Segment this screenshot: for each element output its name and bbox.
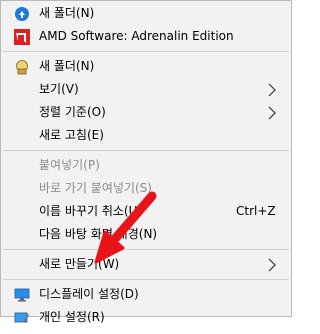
display-settings-icon [14, 287, 30, 303]
menu-item-label: 새 폴더(N) [39, 6, 95, 20]
menu-separator [3, 150, 289, 151]
menu-item-label: 붙여넣기(P) [39, 158, 100, 172]
padlock-folder-icon [14, 59, 30, 75]
chevron-right-icon [268, 83, 276, 97]
menu-item-amd-software[interactable]: AMD Software: Adrenalin Edition [1, 25, 291, 48]
menu-item-label: 정렬 기준(O) [39, 105, 106, 119]
menu-item-label: AMD Software: Adrenalin Edition [39, 29, 234, 43]
menu-item-label: 새로 만들기(W) [39, 257, 120, 271]
menu-item-new-folder-2[interactable]: 새 폴더(N) [1, 55, 291, 78]
blue-circle-arrow-icon [14, 6, 30, 22]
menu-item-next-desktop-background[interactable]: 다음 바탕 화면 배경(N) [1, 223, 291, 246]
menu-item-new-folder-1[interactable]: 새 폴더(N) [1, 2, 291, 25]
menu-item-sort-by[interactable]: 정렬 기준(O) [1, 101, 291, 124]
menu-item-label: 새로 고침(E) [39, 128, 104, 142]
chevron-right-icon [268, 258, 276, 272]
menu-item-paste-shortcut: 바로 가기 붙여넣기(S) [1, 177, 291, 200]
menu-item-new[interactable]: 새로 만들기(W) [1, 253, 291, 276]
menu-item-label: 이름 바꾸기 취소(U) [39, 204, 143, 218]
menu-item-shortcut: Ctrl+Z [236, 204, 276, 218]
personalize-icon [14, 310, 30, 326]
menu-item-label: 다음 바탕 화면 배경(N) [39, 227, 158, 241]
menu-item-view[interactable]: 보기(V) [1, 78, 291, 101]
menu-item-refresh[interactable]: 새로 고침(E) [1, 124, 291, 147]
menu-item-label: 디스플레이 설정(D) [39, 287, 139, 301]
menu-item-paste: 붙여넣기(P) [1, 154, 291, 177]
menu-item-label: 개인 설정(R) [39, 310, 105, 324]
chevron-right-icon [268, 106, 276, 120]
menu-separator [3, 51, 289, 52]
desktop-context-menu: 새 폴더(N) AMD Software: Adrenalin Edition … [0, 0, 292, 324]
menu-item-personalize[interactable]: 개인 설정(R) [1, 306, 291, 329]
menu-item-label: 새 폴더(N) [39, 59, 95, 73]
menu-item-label: 바로 가기 붙여넣기(S) [39, 181, 152, 195]
menu-item-undo-rename[interactable]: 이름 바꾸기 취소(U) Ctrl+Z [1, 200, 291, 223]
menu-separator [3, 279, 289, 280]
menu-item-label: 보기(V) [39, 82, 79, 96]
menu-separator [3, 249, 289, 250]
amd-logo-icon [14, 29, 30, 45]
menu-item-display-settings[interactable]: 디스플레이 설정(D) [1, 283, 291, 306]
